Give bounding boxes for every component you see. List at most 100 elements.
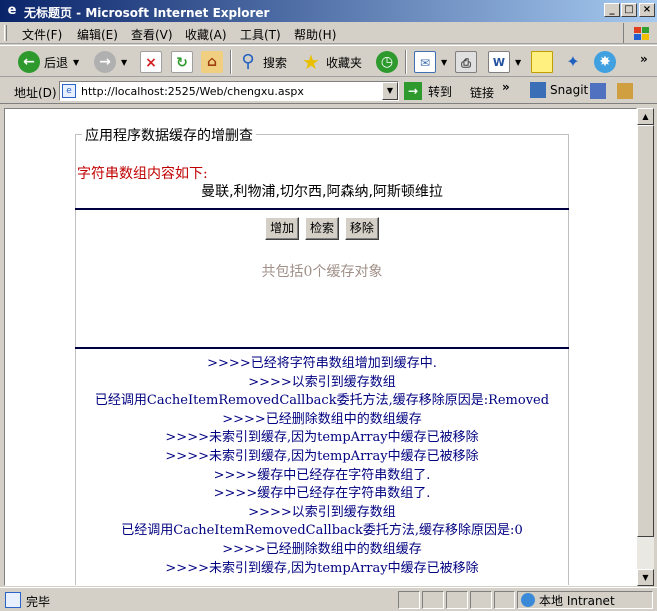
status-bar: 完毕 本地 Intranet xyxy=(0,587,657,611)
vertical-scrollbar[interactable]: ▲ ▼ xyxy=(637,108,654,586)
log-line: >>>>已经将字符串数组增加到缓存中. xyxy=(207,356,437,371)
go-arrow-icon: → xyxy=(404,82,422,100)
address-bar: 地址(D) e http://localhost:2525/Web/chengx… xyxy=(0,78,657,104)
search-icon: ⚲ xyxy=(241,51,255,72)
divider-bottom xyxy=(75,347,569,349)
menu-file[interactable]: 文件(F) xyxy=(22,26,62,43)
address-dropdown-icon[interactable]: ▼ xyxy=(382,82,398,100)
go-label: 转到 xyxy=(428,84,453,99)
messenger-icon: ✦ xyxy=(566,52,580,71)
chevron-down-icon: ▼ xyxy=(515,57,522,67)
printer-icon: ⎙ xyxy=(455,51,477,73)
fieldset-legend: 应用程序数据缓存的增删查 xyxy=(82,125,256,145)
menu-bar: 文件(F) 编辑(E) 查看(V) 收藏(A) 工具(T) 帮助(H) xyxy=(0,22,657,44)
log-line: >>>>未索引到缓存,因为tempArray中缓存已被移除 xyxy=(165,430,479,446)
address-label: 地址(D) xyxy=(14,86,57,100)
scroll-thumb[interactable] xyxy=(637,125,654,537)
links-button[interactable]: 链接 xyxy=(470,84,494,101)
search-label: 搜索 xyxy=(263,55,288,70)
refresh-button[interactable]: ↻ xyxy=(171,49,193,75)
log-line: >>>>以索引到缓存数组 xyxy=(248,374,396,390)
log-line: >>>>已经删除数组中的数组缓存 xyxy=(222,541,422,557)
star-icon: ★ xyxy=(302,50,320,74)
status-pane xyxy=(422,591,444,609)
status-pane xyxy=(398,591,420,609)
go-button[interactable]: → 转到 xyxy=(404,81,452,101)
chevron-down-icon: ▼ xyxy=(73,57,80,67)
log-line: >>>>未索引到缓存,因为tempArray中缓存已被移除 xyxy=(165,448,479,464)
scroll-up-icon[interactable]: ▲ xyxy=(637,108,654,125)
favorites-button[interactable]: ★ 收藏夹 xyxy=(300,49,362,75)
stop-icon: × xyxy=(140,51,162,73)
toolbar-chevron-icon[interactable]: » xyxy=(640,46,648,72)
log-line: 已经调用CacheItemRemovedCallback委托方法,缓存移除原因是… xyxy=(94,393,550,409)
snagit-icon xyxy=(530,82,546,98)
snagit-button[interactable]: Snagit xyxy=(530,82,588,98)
refresh-icon: ↻ xyxy=(171,51,193,73)
snagit-window-icon[interactable] xyxy=(590,83,606,99)
edit-button[interactable]: W ▼ xyxy=(488,49,521,75)
log-line: >>>>未索引到缓存,因为tempArray中缓存已被移除 xyxy=(165,560,479,576)
string-array-content: 曼联,利物浦,切尔西,阿森纳,阿斯顿维拉 xyxy=(201,184,443,200)
status-pane xyxy=(494,591,515,609)
search-button[interactable]: ⚲ 搜索 xyxy=(237,49,287,75)
divider-top xyxy=(75,208,569,210)
favorites-label: 收藏夹 xyxy=(326,55,363,70)
forward-button[interactable]: → ▼ xyxy=(94,49,127,75)
back-label: 后退 xyxy=(44,55,69,70)
mail-icon: ✉ xyxy=(414,51,436,73)
log-line: >>>>以索引到缓存数组 xyxy=(248,504,396,520)
home-button[interactable]: ⌂ xyxy=(201,49,223,75)
snagit-label: Snagit xyxy=(550,83,589,97)
sticky-note-icon xyxy=(531,51,553,73)
close-button[interactable]: × xyxy=(639,3,655,17)
chevron-down-icon: ▼ xyxy=(441,57,448,67)
back-arrow-icon: ← xyxy=(18,51,40,73)
log-line: >>>>已经删除数组中的数组缓存 xyxy=(222,411,422,427)
button-group: 增加 检索 移除 xyxy=(75,217,569,240)
menu-edit[interactable]: 编辑(E) xyxy=(77,26,118,43)
word-icon: W xyxy=(488,51,510,73)
menu-grip xyxy=(4,25,7,41)
address-input[interactable]: e http://localhost:2525/Web/chengxu.aspx… xyxy=(59,81,399,101)
minimize-button[interactable]: _ xyxy=(604,3,620,17)
menu-view[interactable]: 查看(V) xyxy=(131,26,173,43)
page-viewport: 应用程序数据缓存的增删查 字符串数组内容如下: 曼联,利物浦,切尔西,阿森纳,阿… xyxy=(4,108,637,586)
ie-icon: e xyxy=(7,3,17,18)
research-icon: ✸ xyxy=(594,51,616,73)
windows-logo-icon xyxy=(623,23,653,43)
snagit-settings-icon[interactable] xyxy=(617,83,633,99)
add-button[interactable]: 增加 xyxy=(265,217,300,240)
scroll-down-icon[interactable]: ▼ xyxy=(637,569,654,586)
links-chevron-icon[interactable]: » xyxy=(502,80,510,94)
mail-button[interactable]: ✉ ▼ xyxy=(414,49,447,75)
zone-label: 本地 Intranet xyxy=(539,593,615,608)
log-line: 已经调用CacheItemRemovedCallback委托方法,缓存移除原因是… xyxy=(121,523,523,539)
cache-count-text: 共包括0个缓存对象 xyxy=(261,264,383,280)
window-title: 无标题页 - Microsoft Internet Explorer xyxy=(24,6,270,20)
title-bar: e 无标题页 - Microsoft Internet Explorer _ □… xyxy=(0,0,657,22)
remove-button[interactable]: 移除 xyxy=(344,217,379,240)
menu-tools[interactable]: 工具(T) xyxy=(240,26,281,43)
page-icon: e xyxy=(62,84,76,98)
page-done-icon xyxy=(5,592,21,608)
history-icon: ◷ xyxy=(376,51,398,73)
maximize-button[interactable]: □ xyxy=(621,3,637,17)
note-button[interactable] xyxy=(531,49,553,75)
security-zone: 本地 Intranet xyxy=(517,591,653,609)
menu-help[interactable]: 帮助(H) xyxy=(294,26,336,43)
string-array-heading: 字符串数组内容如下: xyxy=(77,166,208,182)
back-button[interactable]: ← 后退 ▼ xyxy=(18,49,79,75)
history-button[interactable]: ◷ xyxy=(376,49,398,75)
menu-favorites[interactable]: 收藏(A) xyxy=(185,26,227,43)
forward-arrow-icon: → xyxy=(94,51,116,73)
address-url[interactable]: http://localhost:2525/Web/chengxu.aspx xyxy=(81,85,304,98)
print-button[interactable]: ⎙ xyxy=(455,49,477,75)
status-pane xyxy=(470,591,492,609)
messenger-button[interactable]: ✦ xyxy=(562,49,584,75)
search-cache-button[interactable]: 检索 xyxy=(304,217,339,240)
log-line: >>>>缓存中已经存在字符串数组了. xyxy=(213,467,431,483)
stop-button[interactable]: × xyxy=(140,49,162,75)
research-button[interactable]: ✸ xyxy=(594,49,616,75)
status-text: 完毕 xyxy=(26,595,51,609)
